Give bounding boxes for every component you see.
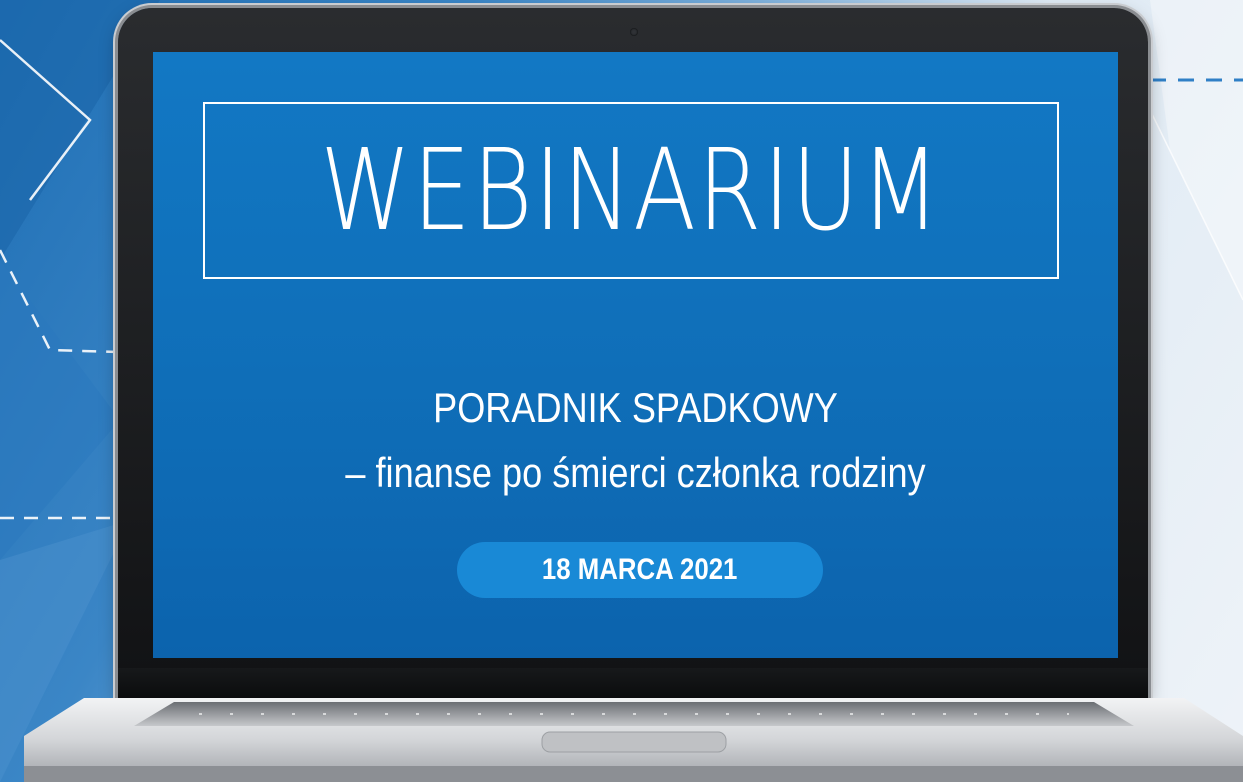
laptop-screen: WEBINARIUM PORADNIK SPADKOWY – finanse p… [153, 52, 1118, 658]
date-label: 18 MARCA 2021 [542, 553, 738, 586]
page-title: WEBINARIUM [320, 125, 942, 256]
laptop-hinge [118, 668, 1148, 698]
date-badge: 18 MARCA 2021 [457, 542, 823, 598]
subtitle-line-2: – finanse po śmierci członka rodziny [345, 449, 926, 496]
subtitle-line-1: PORADNIK SPADKOWY [433, 384, 838, 431]
webcam-icon [630, 28, 638, 36]
title-frame: WEBINARIUM [203, 102, 1059, 279]
laptop-base [24, 698, 1243, 782]
